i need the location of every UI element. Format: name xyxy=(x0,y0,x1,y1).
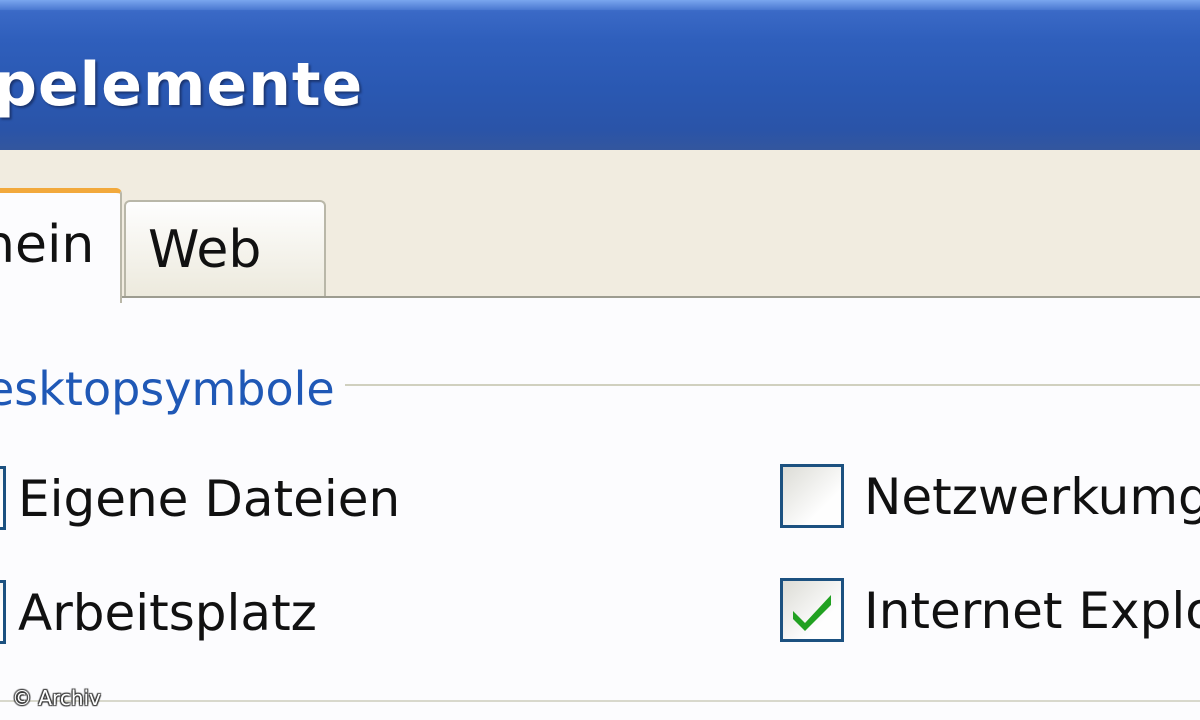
checkbox-label: Netzwerkumg xyxy=(864,468,1200,526)
tab-label: hein xyxy=(0,215,95,275)
copyright-watermark: © Archiv xyxy=(12,686,101,710)
checkbox-label: Arbeitsplatz xyxy=(18,584,317,642)
checkbox-eigene-dateien[interactable] xyxy=(0,466,6,530)
group-title: esktopsymbole xyxy=(0,362,345,416)
tab-label: Web xyxy=(148,220,262,280)
checkbox-arbeitsplatz[interactable] xyxy=(0,580,6,644)
tab-allgemein[interactable]: hein xyxy=(0,188,122,303)
checkbox-netzwerkumgebung[interactable] xyxy=(780,464,844,528)
title-bar[interactable]: pelemente xyxy=(0,0,1200,150)
checkmark-icon xyxy=(793,595,831,631)
checkbox-label: Eigene Dateien xyxy=(18,470,401,528)
checkbox-label: Internet Explo xyxy=(864,582,1200,640)
tab-web[interactable]: Web xyxy=(124,200,326,298)
window-title: pelemente xyxy=(0,50,364,120)
dialog-window: pelemente hein Web esktopsymbole Eigene … xyxy=(0,0,1200,720)
title-bar-highlight xyxy=(0,0,1200,10)
checkbox-internet-explorer[interactable] xyxy=(780,578,844,642)
panel-bottom-divider xyxy=(0,700,1200,702)
